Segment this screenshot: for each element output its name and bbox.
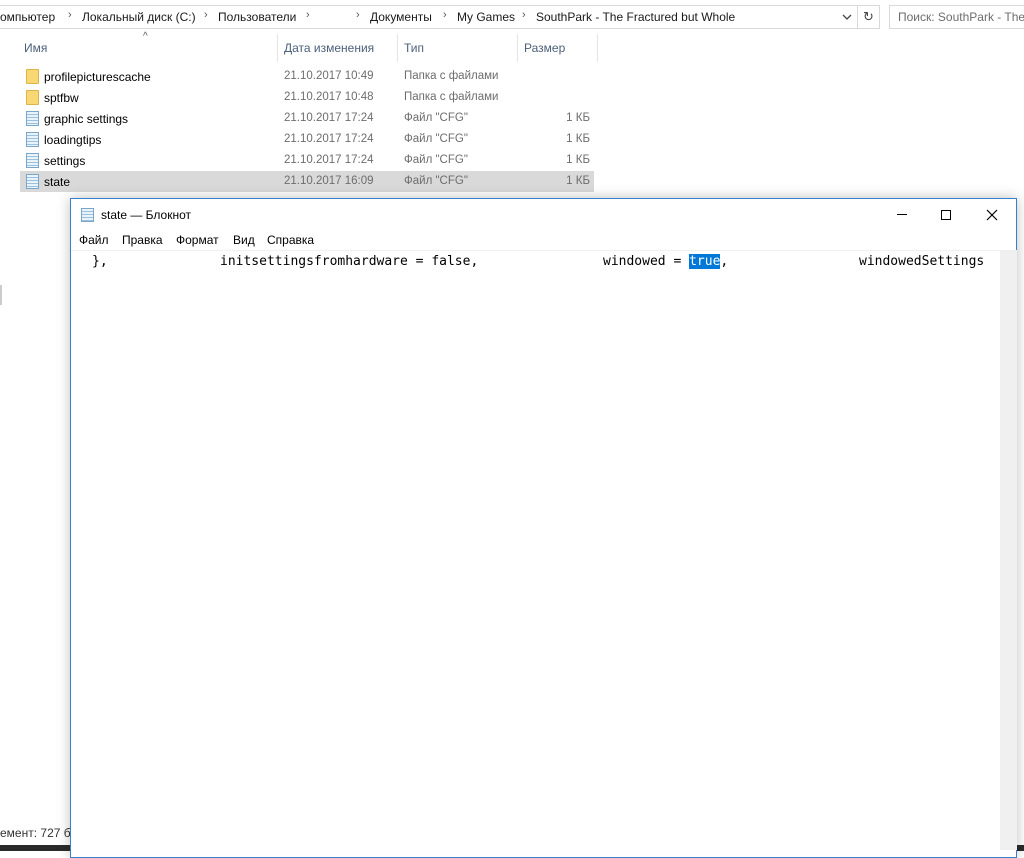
notepad-icon: [81, 208, 94, 222]
breadcrumb-my-games[interactable]: My Games: [457, 10, 515, 24]
breadcrumb-chevron-icon[interactable]: ›: [68, 9, 72, 21]
folder-icon: [26, 69, 39, 84]
code-text: windowedSettings: [859, 254, 985, 269]
sort-ascending-icon: ^: [143, 31, 148, 42]
file-date: 21.10.2017 10:49: [284, 70, 374, 82]
file-type: Файл "CFG": [404, 154, 468, 166]
column-header-size[interactable]: Размер: [518, 34, 598, 62]
file-date: 21.10.2017 17:24: [284, 154, 374, 166]
file-row[interactable]: graphic settings 21.10.2017 17:24 Файл "…: [20, 108, 594, 129]
folder-icon: [26, 90, 39, 105]
address-dropdown-icon[interactable]: [840, 10, 854, 24]
selected-text[interactable]: true: [689, 254, 721, 269]
file-size: 1 КБ: [566, 133, 590, 145]
refresh-icon[interactable]: ↻: [857, 6, 879, 28]
file-size: 1 КБ: [566, 175, 590, 187]
file-row[interactable]: settings 21.10.2017 17:24 Файл "CFG" 1 К…: [20, 150, 594, 171]
file-date: 21.10.2017 17:24: [284, 133, 374, 145]
pane-divider: [0, 285, 2, 305]
code-text: },: [92, 254, 108, 269]
breadcrumb-documents[interactable]: Документы: [370, 10, 432, 24]
cfg-file-icon: [26, 153, 39, 168]
notepad-titlebar[interactable]: state — Блокнот: [71, 199, 1016, 230]
file-size: 1 КБ: [566, 112, 590, 124]
vertical-scrollbar[interactable]: [1000, 250, 1017, 850]
file-row-selected[interactable]: state 21.10.2017 16:09 Файл "CFG" 1 КБ: [20, 171, 594, 192]
file-date: 21.10.2017 17:24: [284, 112, 374, 124]
breadcrumb-chevron-icon[interactable]: ›: [306, 9, 310, 21]
cfg-file-icon: [26, 174, 39, 189]
menu-file[interactable]: Файл: [79, 233, 109, 247]
search-input[interactable]: Поиск: SouthPark - The: [889, 5, 1024, 29]
column-header-date[interactable]: Дата изменения: [278, 34, 398, 62]
menu-bar: Файл Правка Формат Вид Справка: [71, 230, 1016, 250]
file-row[interactable]: loadingtips 21.10.2017 17:24 Файл "CFG" …: [20, 129, 594, 150]
breadcrumb-computer[interactable]: омпьютер: [0, 10, 55, 24]
breadcrumb-chevron-icon[interactable]: ›: [443, 9, 447, 21]
file-name: state: [44, 175, 71, 189]
close-button[interactable]: [969, 199, 1015, 230]
menu-help[interactable]: Справка: [267, 233, 314, 247]
notepad-window[interactable]: state — Блокнот Файл Правка Формат Вид С…: [70, 198, 1017, 858]
file-date: 21.10.2017 10:48: [284, 91, 374, 103]
menu-view[interactable]: Вид: [233, 233, 255, 247]
breadcrumb-chevron-icon[interactable]: ›: [356, 9, 360, 21]
address-bar[interactable]: омпьютер › Локальный диск (C:) › Пользов…: [0, 5, 880, 29]
maximize-button[interactable]: [923, 199, 969, 230]
file-type: Папка с файлами: [404, 91, 499, 103]
menu-edit[interactable]: Правка: [122, 233, 163, 247]
status-bar-text: емент: 727 ба: [0, 826, 78, 840]
cfg-file-icon: [26, 132, 39, 147]
column-header-type[interactable]: Тип: [398, 34, 518, 62]
breadcrumb-chevron-icon[interactable]: ›: [204, 9, 208, 21]
text-editor[interactable]: }, initsettingsfromhardware = false, win…: [71, 250, 1000, 850]
code-text: windowed = true,: [603, 254, 728, 269]
file-type: Папка с файлами: [404, 70, 499, 82]
code-text-windowed: windowed =: [603, 254, 690, 269]
file-name: loadingtips: [44, 133, 102, 147]
minimize-button[interactable]: [879, 199, 925, 230]
file-type: Файл "CFG": [404, 133, 468, 145]
window-title: state — Блокнот: [101, 208, 192, 222]
file-name: graphic settings: [44, 112, 129, 126]
file-type: Файл "CFG": [404, 112, 468, 124]
file-name: sptfbw: [44, 91, 79, 105]
file-name: profilepicturescache: [44, 70, 151, 84]
breadcrumb-users[interactable]: Пользователи: [218, 10, 296, 24]
code-text: initsettingsfromhardware = false,: [220, 254, 479, 269]
minimize-icon: [897, 214, 907, 215]
breadcrumb-local-disk[interactable]: Локальный диск (C:): [82, 10, 196, 24]
cfg-file-icon: [26, 111, 39, 126]
file-name: settings: [44, 154, 86, 168]
maximize-icon: [941, 209, 951, 220]
breadcrumb-southpark[interactable]: SouthPark - The Fractured but Whole: [536, 10, 735, 24]
column-header-name[interactable]: Имя: [0, 34, 278, 62]
breadcrumb-chevron-icon[interactable]: ›: [522, 9, 526, 21]
menu-format[interactable]: Формат: [176, 233, 219, 247]
close-icon: [986, 209, 998, 220]
file-size: 1 КБ: [566, 154, 590, 166]
code-text-comma: ,: [720, 254, 729, 269]
file-row[interactable]: profilepicturescache 21.10.2017 10:49 Па…: [20, 66, 594, 87]
file-date: 21.10.2017 16:09: [284, 175, 374, 187]
file-type: Файл "CFG": [404, 175, 468, 187]
file-row[interactable]: sptfbw 21.10.2017 10:48 Папка с файлами: [20, 87, 594, 108]
